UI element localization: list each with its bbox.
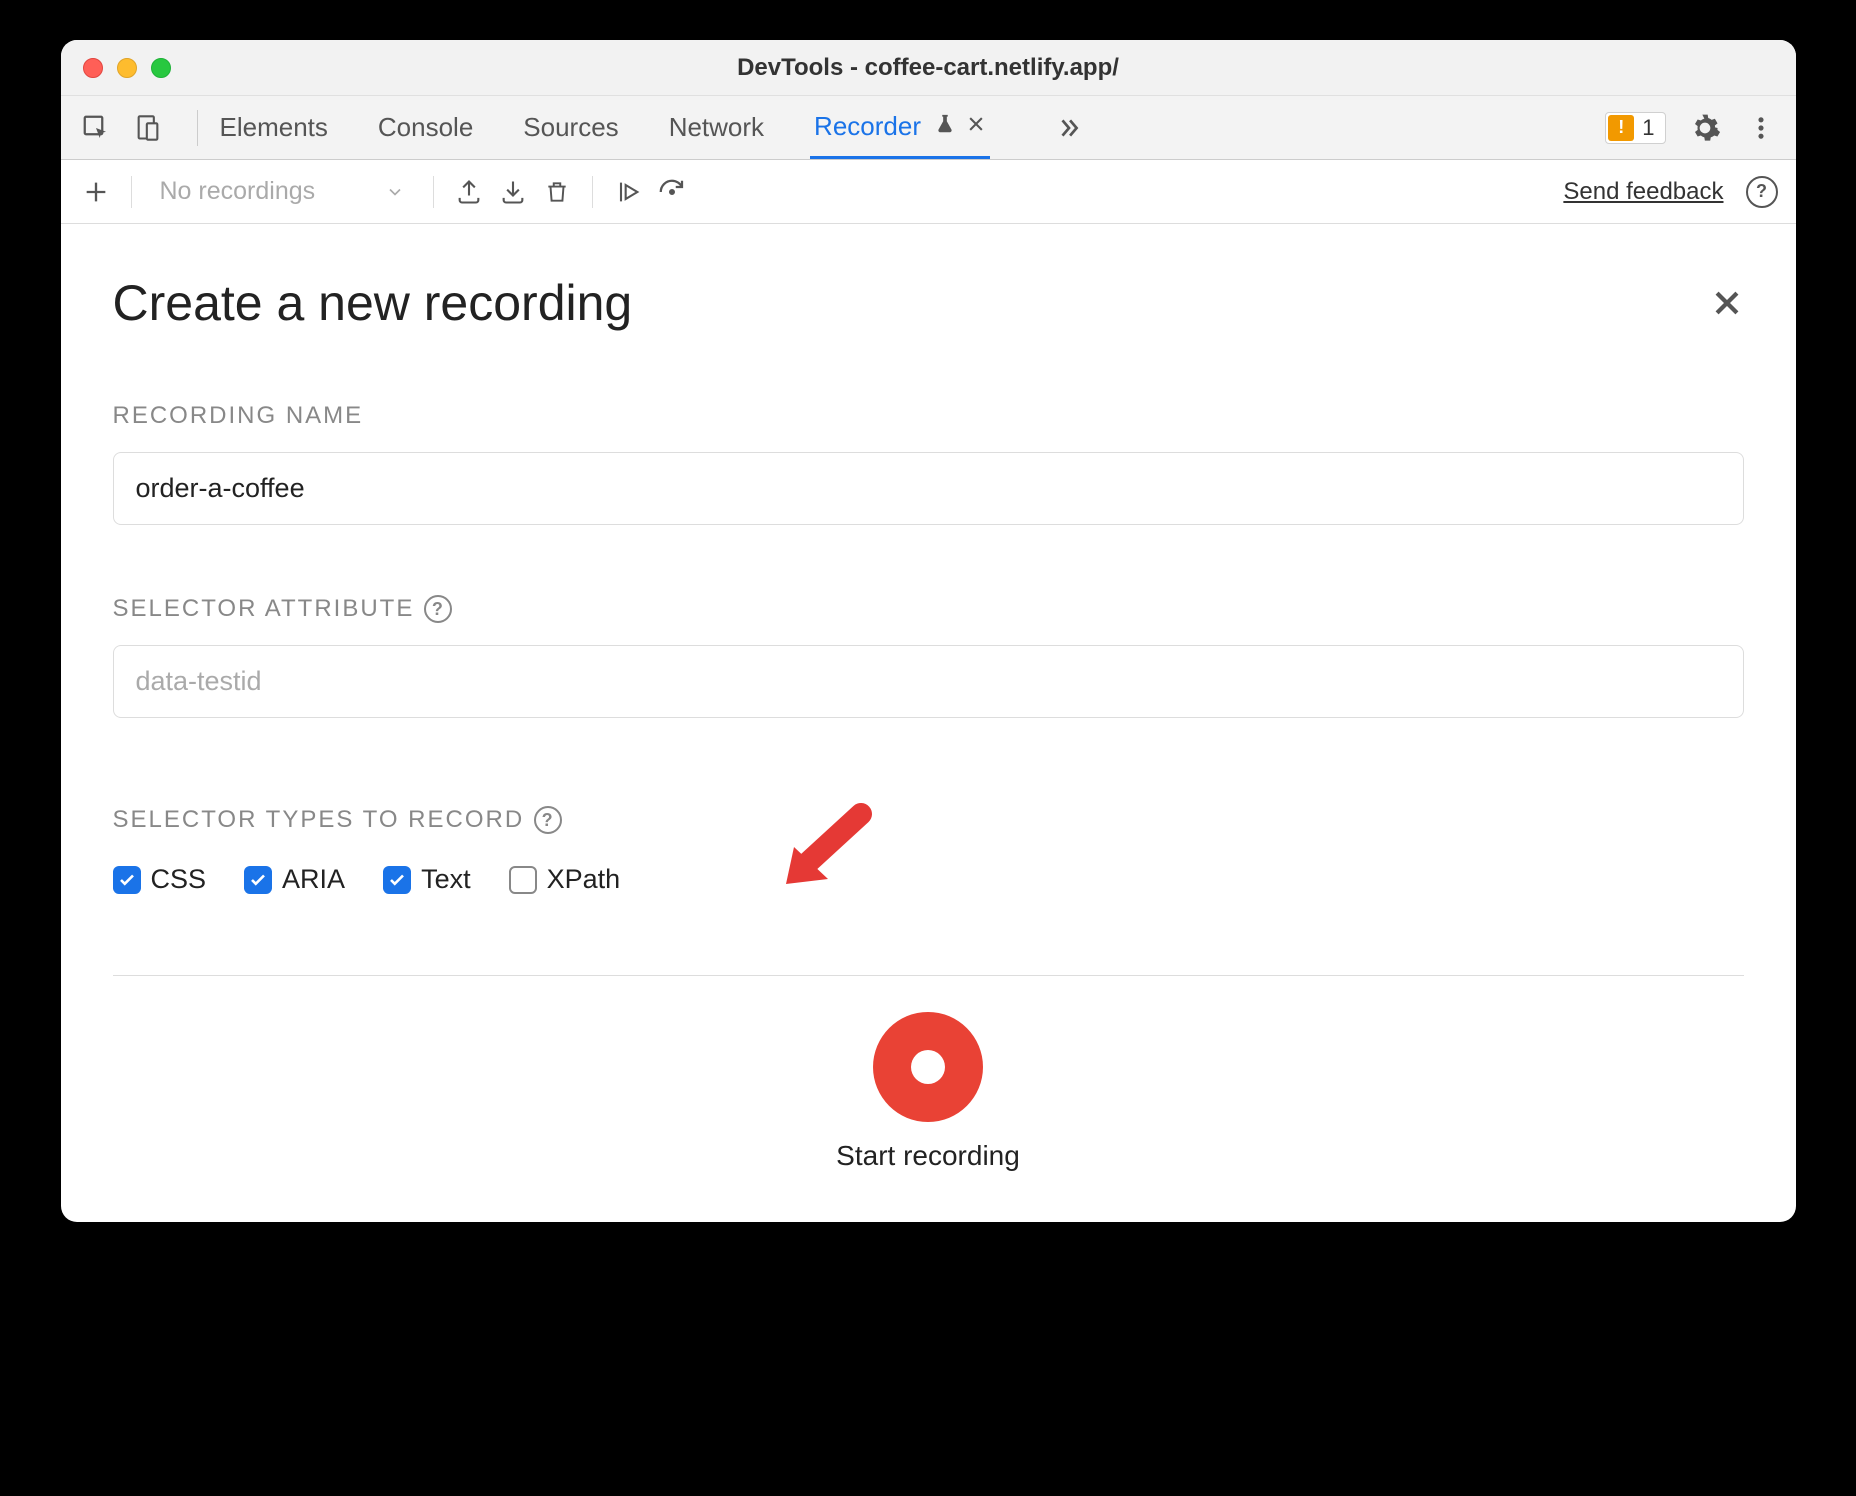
tabs: Elements Console Sources Network Recorde… <box>216 97 1087 159</box>
tab-recorder-label: Recorder <box>814 111 921 141</box>
add-recording-icon[interactable] <box>79 175 113 209</box>
recording-name-label: RECORDING NAME <box>113 402 1744 430</box>
export-icon[interactable] <box>452 175 486 209</box>
selector-types-label: SELECTOR TYPES TO RECORD <box>113 806 525 834</box>
annotation-arrow-icon <box>776 799 876 899</box>
help-icon[interactable]: ? <box>1746 176 1778 208</box>
tab-sources[interactable]: Sources <box>519 98 622 157</box>
checkbox-css[interactable]: CSS <box>113 864 207 895</box>
warnings-count: 1 <box>1642 115 1654 141</box>
checkbox-icon <box>383 866 411 894</box>
selector-attribute-label: SELECTOR ATTRIBUTE <box>113 595 415 623</box>
checkbox-label: CSS <box>151 864 207 895</box>
selector-types-help-icon[interactable]: ? <box>534 806 562 834</box>
settings-icon[interactable] <box>1688 111 1722 145</box>
device-toolbar-icon[interactable] <box>131 111 165 145</box>
tab-network[interactable]: Network <box>665 98 768 157</box>
recording-name-input[interactable] <box>113 452 1744 525</box>
checkbox-icon <box>509 866 537 894</box>
page-title: Create a new recording <box>113 274 633 332</box>
replay-icon[interactable] <box>611 175 645 209</box>
start-recording-label: Start recording <box>836 1140 1020 1172</box>
selector-attribute-input[interactable] <box>113 645 1744 718</box>
warning-icon: ! <box>1608 115 1634 141</box>
devtools-window: DevTools - coffee-cart.netlify.app/ Elem… <box>61 40 1796 1222</box>
step-icon[interactable] <box>655 175 689 209</box>
kebab-menu-icon[interactable] <box>1744 111 1778 145</box>
close-panel-icon[interactable] <box>1710 286 1744 320</box>
import-icon[interactable] <box>496 175 530 209</box>
inspect-element-icon[interactable] <box>79 111 113 145</box>
chevron-down-icon <box>385 182 405 202</box>
checkbox-icon <box>113 866 141 894</box>
more-tabs-icon[interactable] <box>1052 111 1086 145</box>
checkbox-text[interactable]: Text <box>383 864 471 895</box>
checkbox-label: XPath <box>547 864 621 895</box>
checkbox-aria[interactable]: ARIA <box>244 864 345 895</box>
recordings-dropdown-label: No recordings <box>160 177 316 206</box>
warnings-badge[interactable]: ! 1 <box>1605 112 1665 144</box>
checkbox-label: ARIA <box>282 864 345 895</box>
selector-attribute-help-icon[interactable]: ? <box>424 595 452 623</box>
checkbox-icon <box>244 866 272 894</box>
record-icon <box>911 1050 945 1084</box>
selector-types-row: CSS ARIA Text XPath <box>113 864 1744 895</box>
checkbox-xpath[interactable]: XPath <box>509 864 621 895</box>
tab-console[interactable]: Console <box>374 98 477 157</box>
content: Create a new recording RECORDING NAME SE… <box>61 224 1796 1222</box>
window-title: DevTools - coffee-cart.netlify.app/ <box>61 54 1796 82</box>
flask-icon <box>934 113 956 135</box>
titlebar: DevTools - coffee-cart.netlify.app/ <box>61 40 1796 96</box>
recordings-dropdown[interactable]: No recordings <box>150 177 416 206</box>
checkbox-label: Text <box>421 864 471 895</box>
start-recording-button[interactable] <box>873 1012 983 1122</box>
tab-elements[interactable]: Elements <box>216 98 332 157</box>
delete-icon[interactable] <box>540 175 574 209</box>
send-feedback-link[interactable]: Send feedback <box>1563 178 1723 206</box>
tab-recorder[interactable]: Recorder <box>810 97 990 159</box>
recorder-toolbar: No recordings Send feedback ? <box>61 160 1796 224</box>
footer: Start recording <box>113 975 1744 1222</box>
close-tab-icon[interactable] <box>966 114 986 134</box>
tabbar: Elements Console Sources Network Recorde… <box>61 96 1796 160</box>
